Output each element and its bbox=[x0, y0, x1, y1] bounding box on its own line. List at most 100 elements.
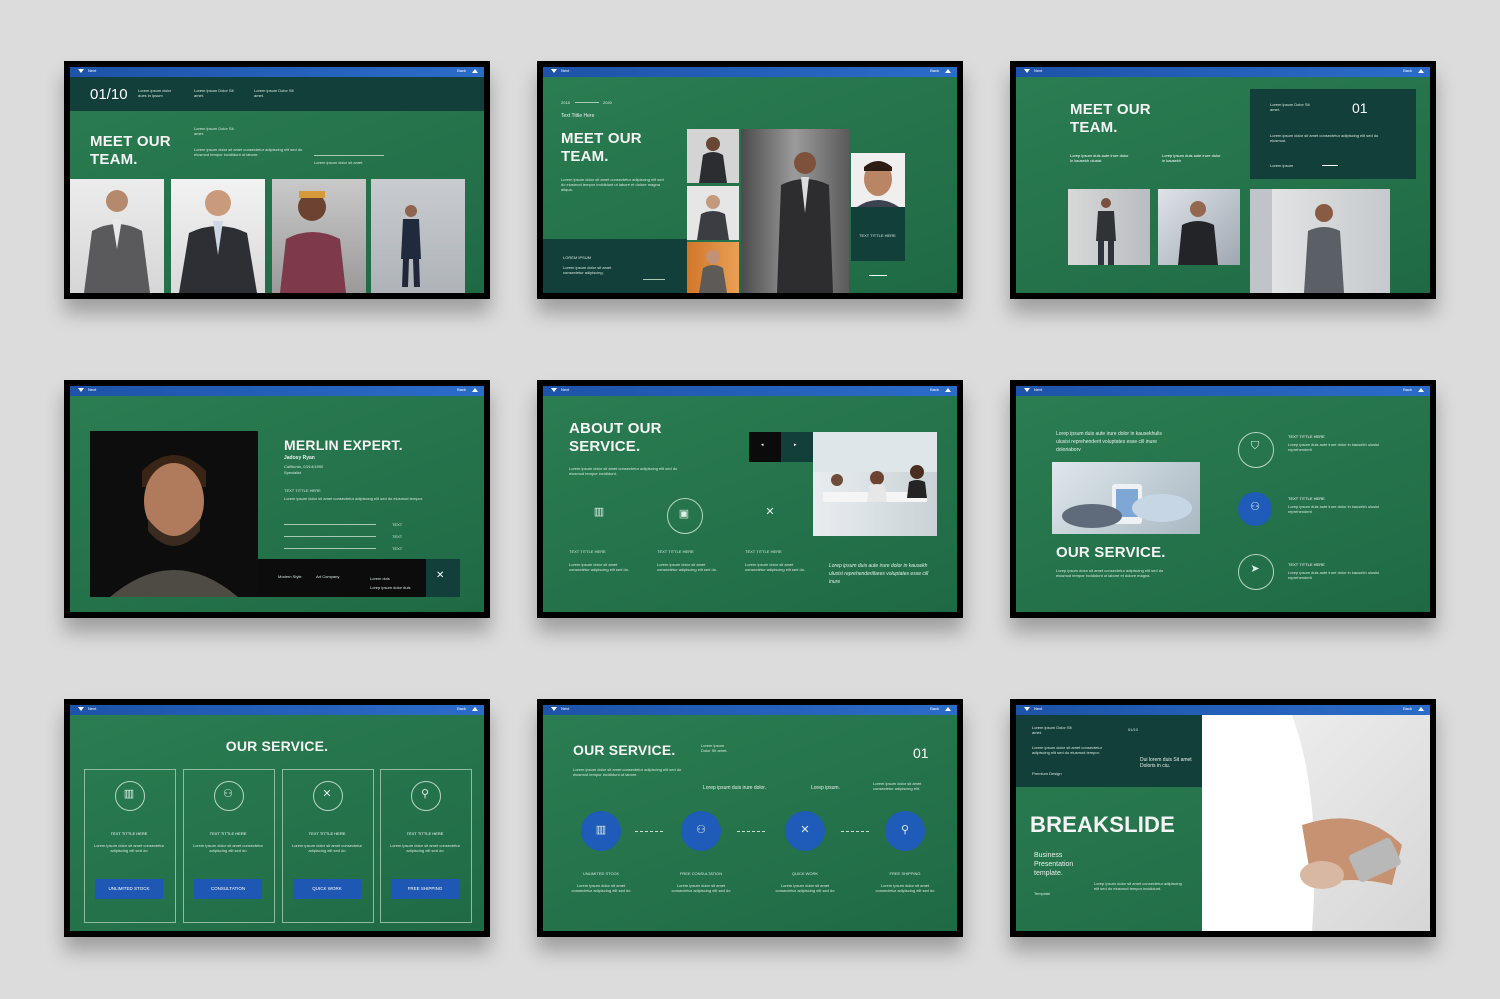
slide-topbar: Next Back bbox=[1016, 705, 1430, 715]
expert-role: Specialist bbox=[284, 470, 302, 475]
step-desc-4: Lorem ipsum dolor sit amet consectetur a… bbox=[875, 883, 935, 893]
arrow-right-icon[interactable]: ▸ bbox=[794, 442, 797, 448]
header-col-2: Lorem ipsum Dolor Sit amet. bbox=[194, 88, 234, 98]
slide-our-service-2[interactable]: Next Back OUR SERVICE. ▥ TEXT TITTLE HER… bbox=[64, 699, 490, 937]
service-photo bbox=[1052, 462, 1200, 534]
store-icon: ▥ bbox=[593, 506, 605, 518]
header-col-1: Lorem ipsum dolor dues in ipsum bbox=[138, 88, 172, 98]
service-label-1: TEXT TITTLE HERE bbox=[1288, 434, 1325, 439]
card-label-2: TEXT TITTLE HERE bbox=[209, 831, 247, 836]
nav-prev-box[interactable] bbox=[749, 432, 781, 462]
intro-text: Lorep ipsum duis aute irure dolor in kau… bbox=[1056, 431, 1162, 453]
subtitle: Business Presentation template. bbox=[1034, 852, 1074, 877]
description: Lorep ipsum dolor sit amet consectetur a… bbox=[1094, 881, 1182, 891]
team-icon: ⚇ bbox=[223, 788, 233, 800]
slide-meet-our-team-3[interactable]: Next Back MEET OUR TEAM. Lorep ipsum duis… bbox=[1010, 61, 1436, 299]
column-text-2: Lorep ipsum duis aute irure dolor in kau… bbox=[1162, 153, 1221, 163]
template-label: Template bbox=[1034, 891, 1051, 896]
card-desc-4: Lorem ipsum dolor sit amet consectetur a… bbox=[389, 843, 461, 853]
page-number: 01/10 bbox=[90, 86, 128, 103]
slide-topbar: Next Back bbox=[70, 705, 484, 715]
quote-text: Dui lorem duis Sit amet Doloris in ciu. bbox=[1140, 757, 1192, 769]
step-label-1: UNLIMITED STOCK bbox=[582, 871, 620, 876]
side-text: Lorem ipsum Dolor Sit amet. bbox=[701, 743, 728, 753]
slide-title: OUR SERVICE. bbox=[573, 742, 676, 758]
up-arrow-icon bbox=[1418, 68, 1424, 73]
connector-2 bbox=[737, 831, 765, 832]
slide-topbar: Next Back bbox=[1016, 67, 1430, 77]
divider bbox=[314, 155, 384, 156]
team-photo-portrait bbox=[851, 153, 905, 207]
team-photo-small-2 bbox=[687, 186, 739, 240]
body-text: Lorem ipsum dolor sit amet consectetur a… bbox=[194, 147, 303, 157]
body-text: Lorem ipsum dolor sit amet consectetur a… bbox=[569, 466, 678, 476]
info-box-link[interactable]: Lorem ipsum bbox=[1270, 163, 1293, 168]
label-text: TEXT TITTLE HERE bbox=[859, 233, 896, 238]
team-photo-3 bbox=[1250, 189, 1390, 293]
tools-icon: ✕ bbox=[800, 824, 810, 836]
up-arrow-icon bbox=[472, 387, 478, 392]
close-icon[interactable]: ✕ bbox=[436, 570, 444, 581]
subtitle: Lorem ipsum Dolor Sit amet. bbox=[194, 126, 234, 136]
shield-icon: ⛉ bbox=[1250, 440, 1260, 452]
consultation-button[interactable]: CONSULTATION bbox=[194, 879, 262, 899]
card-label-1: TEXT TITTLE HERE bbox=[110, 831, 148, 836]
info-box-body: Lorem ipsum dolor sit amet consectetur a… bbox=[1270, 133, 1379, 143]
service-label-3: TEXT TITTLE HERE bbox=[745, 549, 782, 554]
expert-portrait bbox=[90, 431, 258, 597]
office-photo bbox=[813, 432, 937, 536]
tools-icon: ✕ bbox=[322, 788, 332, 800]
slide-meet-our-team-1[interactable]: Next Back 01/10 Lorem ipsum dolor dues i… bbox=[64, 61, 490, 299]
slide-topbar: Next Back bbox=[543, 705, 957, 715]
skill-label-1: TEXT bbox=[392, 522, 403, 527]
connector-1 bbox=[635, 831, 663, 832]
card-label-3: TEXT TITTLE HERE bbox=[308, 831, 346, 836]
slide-breakslide[interactable]: Next Back Lorem ipsum Dolor Sit amet. 01… bbox=[1010, 699, 1436, 937]
up-arrow-icon bbox=[472, 68, 478, 73]
footer-item-4: Lorep ipsum dolor duis bbox=[370, 585, 411, 590]
quick-work-button[interactable]: QUICK WORK bbox=[293, 879, 361, 899]
slide-title: OUR SERVICE. bbox=[225, 738, 329, 754]
dropdown-icon bbox=[551, 68, 557, 73]
team-icon: ⚇ bbox=[1250, 501, 1260, 513]
laptop-icon: ▣ bbox=[678, 508, 690, 520]
slide-our-service-3[interactable]: Next Back OUR SERVICE. Lorem ipsum Dolor… bbox=[537, 699, 963, 937]
up-arrow-icon bbox=[945, 387, 951, 392]
service-desc-1: Lorep ipsum duis aute irure dolor in kau… bbox=[1288, 442, 1379, 452]
step-desc-2: Lorem ipsum dolor sit amet consectetur a… bbox=[671, 883, 731, 893]
premium-label: Premium Design bbox=[1032, 771, 1062, 776]
delivery-icon: ⚲ bbox=[900, 824, 910, 836]
slide-about-our-service[interactable]: Next Back ABOUT OUR SERVICE. Lorem ipsum … bbox=[537, 380, 963, 618]
page-number: 01 bbox=[913, 745, 929, 761]
body-text: Lorem ipsum dolor sit amet consectetur a… bbox=[284, 496, 423, 501]
header-body: Lorem ipsum dolor sit amet consectetur a… bbox=[1032, 745, 1103, 755]
slide-meet-our-team-2[interactable]: Next Back 2018 2020 Text Tittle Here MEE… bbox=[537, 61, 963, 299]
kicker-text: Text Tittle Here bbox=[561, 113, 595, 119]
nav-next-box[interactable] bbox=[781, 432, 813, 462]
slide-title: MEET OUR TEAM. bbox=[561, 130, 642, 165]
back-label: Back bbox=[457, 68, 466, 73]
info-box-body: Lorem ipsum dolor sit amet consectetur a… bbox=[563, 265, 612, 275]
store-icon: ▥ bbox=[123, 788, 135, 800]
pager-line bbox=[869, 275, 887, 276]
store-icon: ▥ bbox=[595, 824, 607, 836]
arrow-left-icon[interactable]: ◂ bbox=[761, 442, 764, 448]
right-body: Lorem ipsum dolor sit amet consectetur a… bbox=[873, 781, 922, 791]
body-text: Lorem ipsum dolor sit amet consectetur a… bbox=[573, 767, 682, 777]
slide-our-service-1[interactable]: Next Back Lorep ipsum duis aute irure do… bbox=[1010, 380, 1436, 618]
unlimited-stock-button[interactable]: UNLIMITED STOCK bbox=[95, 879, 163, 899]
step-label-2: FREE CONSULTATION bbox=[679, 871, 723, 876]
year-to: 2020 bbox=[603, 100, 612, 105]
service-label-2: TEXT TITTLE HERE bbox=[1288, 496, 1325, 501]
free-shipping-button[interactable]: FREE SHIPPING bbox=[391, 879, 459, 899]
team-photo-1 bbox=[70, 179, 164, 293]
slide-title: OUR SERVICE. bbox=[1056, 544, 1166, 561]
slide-topbar: Next Back bbox=[70, 386, 484, 396]
dropdown-icon bbox=[78, 706, 84, 711]
service-desc-2: Lorem ipsum dolor sit amet consectetur a… bbox=[657, 562, 718, 572]
team-photo-3 bbox=[272, 179, 366, 293]
up-arrow-icon bbox=[472, 706, 478, 711]
step-desc-3: Lorem ipsum dolor sit amet consectetur a… bbox=[775, 883, 835, 893]
year-from: 2018 bbox=[561, 100, 570, 105]
slide-merlin-expert[interactable]: Next Back MERLIN EXPERT. Jadosy Ryan Cal… bbox=[64, 380, 490, 618]
